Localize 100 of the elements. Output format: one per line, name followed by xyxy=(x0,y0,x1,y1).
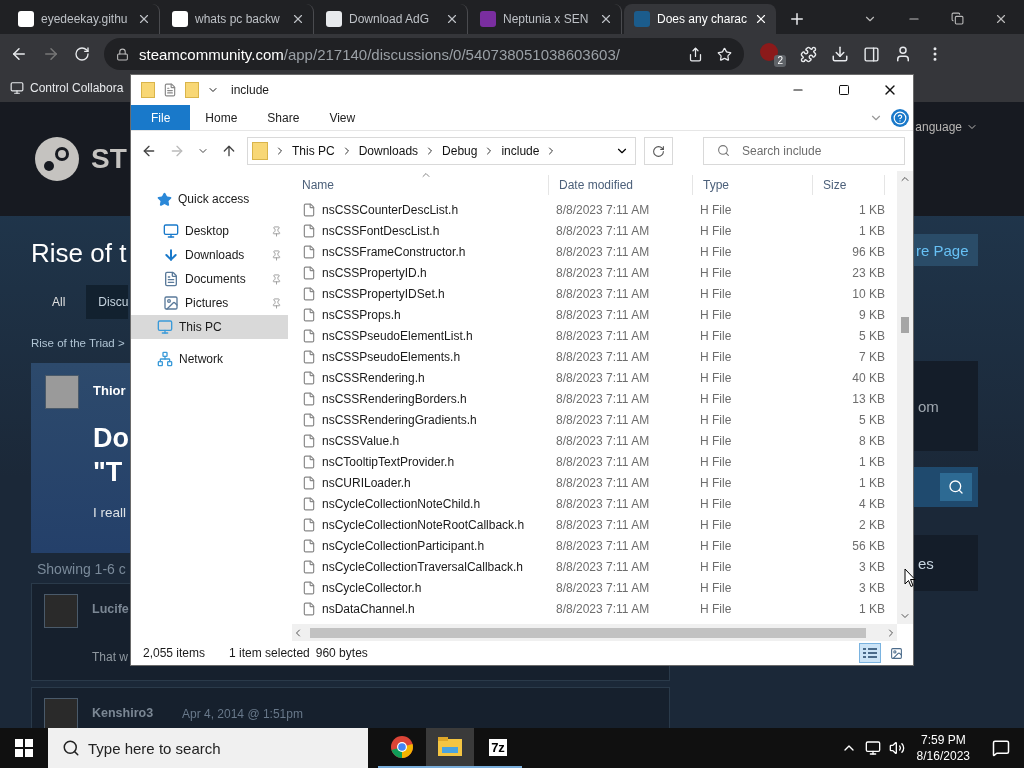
breadcrumb-link[interactable]: Rise of the Triad > xyxy=(31,337,125,349)
file-name-cell[interactable]: nsCSSValue.h xyxy=(292,433,549,448)
nav-item[interactable]: Pictures xyxy=(131,291,288,315)
file-icon xyxy=(302,223,316,238)
hub-tab[interactable]: Discu xyxy=(86,285,129,319)
path-segment[interactable]: This PC xyxy=(292,144,335,158)
refresh-button[interactable] xyxy=(644,137,673,165)
favicon-icon xyxy=(18,11,34,27)
file-name-cell[interactable]: nsCSSPropertyIDSet.h xyxy=(292,286,549,301)
bookmark-star-icon[interactable] xyxy=(717,46,732,62)
search-button[interactable] xyxy=(940,473,972,501)
taskbar-search-field[interactable]: Type here to search xyxy=(48,728,368,768)
search-icon xyxy=(717,144,730,157)
bookmark-link[interactable]: Control Collabora xyxy=(10,81,124,95)
size-cell-text: 3 KB xyxy=(858,580,885,595)
ribbon-tab[interactable]: View xyxy=(314,105,371,130)
nav-item[interactable]: Quick access xyxy=(131,187,288,211)
ribbon-tab[interactable]: Share xyxy=(252,105,315,130)
file-name-cell[interactable]: nsDataChannel.h xyxy=(292,601,549,616)
column-header[interactable]: Type xyxy=(693,175,813,195)
size-cell-text: 7 KB xyxy=(858,349,885,364)
reload-icon[interactable] xyxy=(74,46,90,62)
notifications-icon[interactable] xyxy=(992,739,1010,757)
nav-item[interactable]: Desktop xyxy=(131,219,288,243)
file-name-cell[interactable]: nsCSSPseudoElementList.h xyxy=(292,328,549,343)
browser-tab[interactable]: Does any charac xyxy=(624,4,776,34)
network-icon[interactable] xyxy=(864,740,881,756)
forward-icon[interactable] xyxy=(42,45,60,63)
nav-item[interactable]: Downloads xyxy=(131,243,288,267)
close-icon[interactable] xyxy=(994,12,1008,26)
path-segment[interactable]: Debug xyxy=(442,144,478,158)
file-name-cell[interactable]: nsCycleCollectionNoteRootCallback.h xyxy=(292,517,549,532)
side-panel-icon[interactable] xyxy=(863,45,880,63)
column-header[interactable]: Name xyxy=(292,175,549,195)
volume-icon[interactable] xyxy=(888,740,905,756)
close-icon[interactable] xyxy=(137,12,151,26)
file-icon xyxy=(302,454,316,469)
clock[interactable]: 7:59 PM 8/16/2023 xyxy=(916,732,970,764)
file-name-cell[interactable]: nsCycleCollectionTraversalCallback.h xyxy=(292,559,549,574)
nav-item[interactable]: Documents xyxy=(131,267,288,291)
nav-item[interactable]: This PC xyxy=(131,315,288,339)
file-name-cell[interactable]: nsCSSRendering.h xyxy=(292,370,549,385)
ribbon-tab[interactable]: Home xyxy=(190,105,253,130)
file-icon xyxy=(302,328,316,343)
close-icon[interactable] xyxy=(599,12,613,26)
download-icon[interactable] xyxy=(831,45,849,63)
file-name-cell[interactable]: nsCycleCollector.h xyxy=(292,580,549,595)
nav-item[interactable]: Network xyxy=(131,347,288,371)
language-menu[interactable]: anguage xyxy=(915,120,978,134)
file-menu[interactable]: File xyxy=(131,105,191,130)
item-count: 2,055 items xyxy=(143,646,206,660)
new-tab-icon[interactable] xyxy=(788,10,806,28)
author-name[interactable]: Thior xyxy=(93,383,126,409)
properties-icon[interactable] xyxy=(163,83,177,97)
vertical-scrollbar[interactable] xyxy=(897,171,913,624)
type-cell-text: H File xyxy=(699,307,733,322)
path-segment[interactable]: Downloads xyxy=(358,144,419,158)
file-name-cell[interactable]: nsCURILoader.h xyxy=(292,475,549,490)
column-header[interactable]: Size xyxy=(813,175,885,195)
size-cell-text: 96 KB xyxy=(851,244,885,259)
help-icon[interactable] xyxy=(891,108,909,127)
scroll-thumb[interactable] xyxy=(901,317,909,333)
file-icon xyxy=(302,475,316,490)
address-field[interactable]: This PC Downloads Debug include xyxy=(247,137,637,165)
size-cell-text: 5 KB xyxy=(858,412,885,427)
address-bar[interactable]: steamcommunity.com/app/217140/discussions/0/540738051038603603/ xyxy=(104,38,744,70)
file-name-cell[interactable]: nsCSSCounterDescList.h xyxy=(292,202,549,217)
taskbar-app[interactable] xyxy=(426,728,474,768)
taskbar-app[interactable]: 7z xyxy=(474,728,522,768)
favicon-icon xyxy=(326,11,342,27)
store-page-button[interactable]: re Page xyxy=(914,234,978,266)
share-icon[interactable] xyxy=(688,46,703,62)
back-icon[interactable] xyxy=(10,45,28,63)
author-name[interactable]: Kenshiro3 xyxy=(92,706,154,728)
details-view-button[interactable] xyxy=(859,643,881,663)
file-name-cell[interactable]: nsCSSPropertyID.h xyxy=(292,265,549,280)
path-segment[interactable]: include xyxy=(501,144,540,158)
close-icon[interactable] xyxy=(291,12,305,26)
hub-tab[interactable]: All xyxy=(31,285,87,319)
file-name-cell[interactable]: nsCSSFontDescList.h xyxy=(292,223,549,238)
file-name-cell[interactable]: nsCSSPseudoElements.h xyxy=(292,349,549,364)
file-name-cell[interactable]: nsCSSProps.h xyxy=(292,307,549,322)
file-name-cell[interactable]: nsCycleCollectionParticipant.h xyxy=(292,538,549,553)
restore-icon[interactable] xyxy=(951,12,964,25)
search-field[interactable]: Search include xyxy=(703,137,905,165)
extensions-icon[interactable] xyxy=(800,45,817,63)
file-name-cell[interactable]: nsCTooltipTextProvider.h xyxy=(292,454,549,469)
type-cell-text: H File xyxy=(699,412,733,427)
file-name-cell[interactable]: nsCycleCollectionNoteChild.h xyxy=(292,496,549,511)
close-icon[interactable] xyxy=(754,12,768,26)
column-header[interactable]: Date modified xyxy=(549,175,693,195)
date-cell-text: 8/8/2023 7:11 AM xyxy=(555,223,651,238)
file-name-cell[interactable]: nsCSSRenderingBorders.h xyxy=(292,391,549,406)
file-name-cell[interactable]: nsCSSFrameConstructor.h xyxy=(292,244,549,259)
folder-icon xyxy=(185,82,199,98)
profile-icon[interactable] xyxy=(894,45,912,63)
close-icon[interactable] xyxy=(445,12,459,26)
file-name-cell[interactable]: nsCSSRenderingGradients.h xyxy=(292,412,549,427)
author-name[interactable]: Lucife xyxy=(92,602,129,628)
type-cell-text: H File xyxy=(699,391,733,406)
